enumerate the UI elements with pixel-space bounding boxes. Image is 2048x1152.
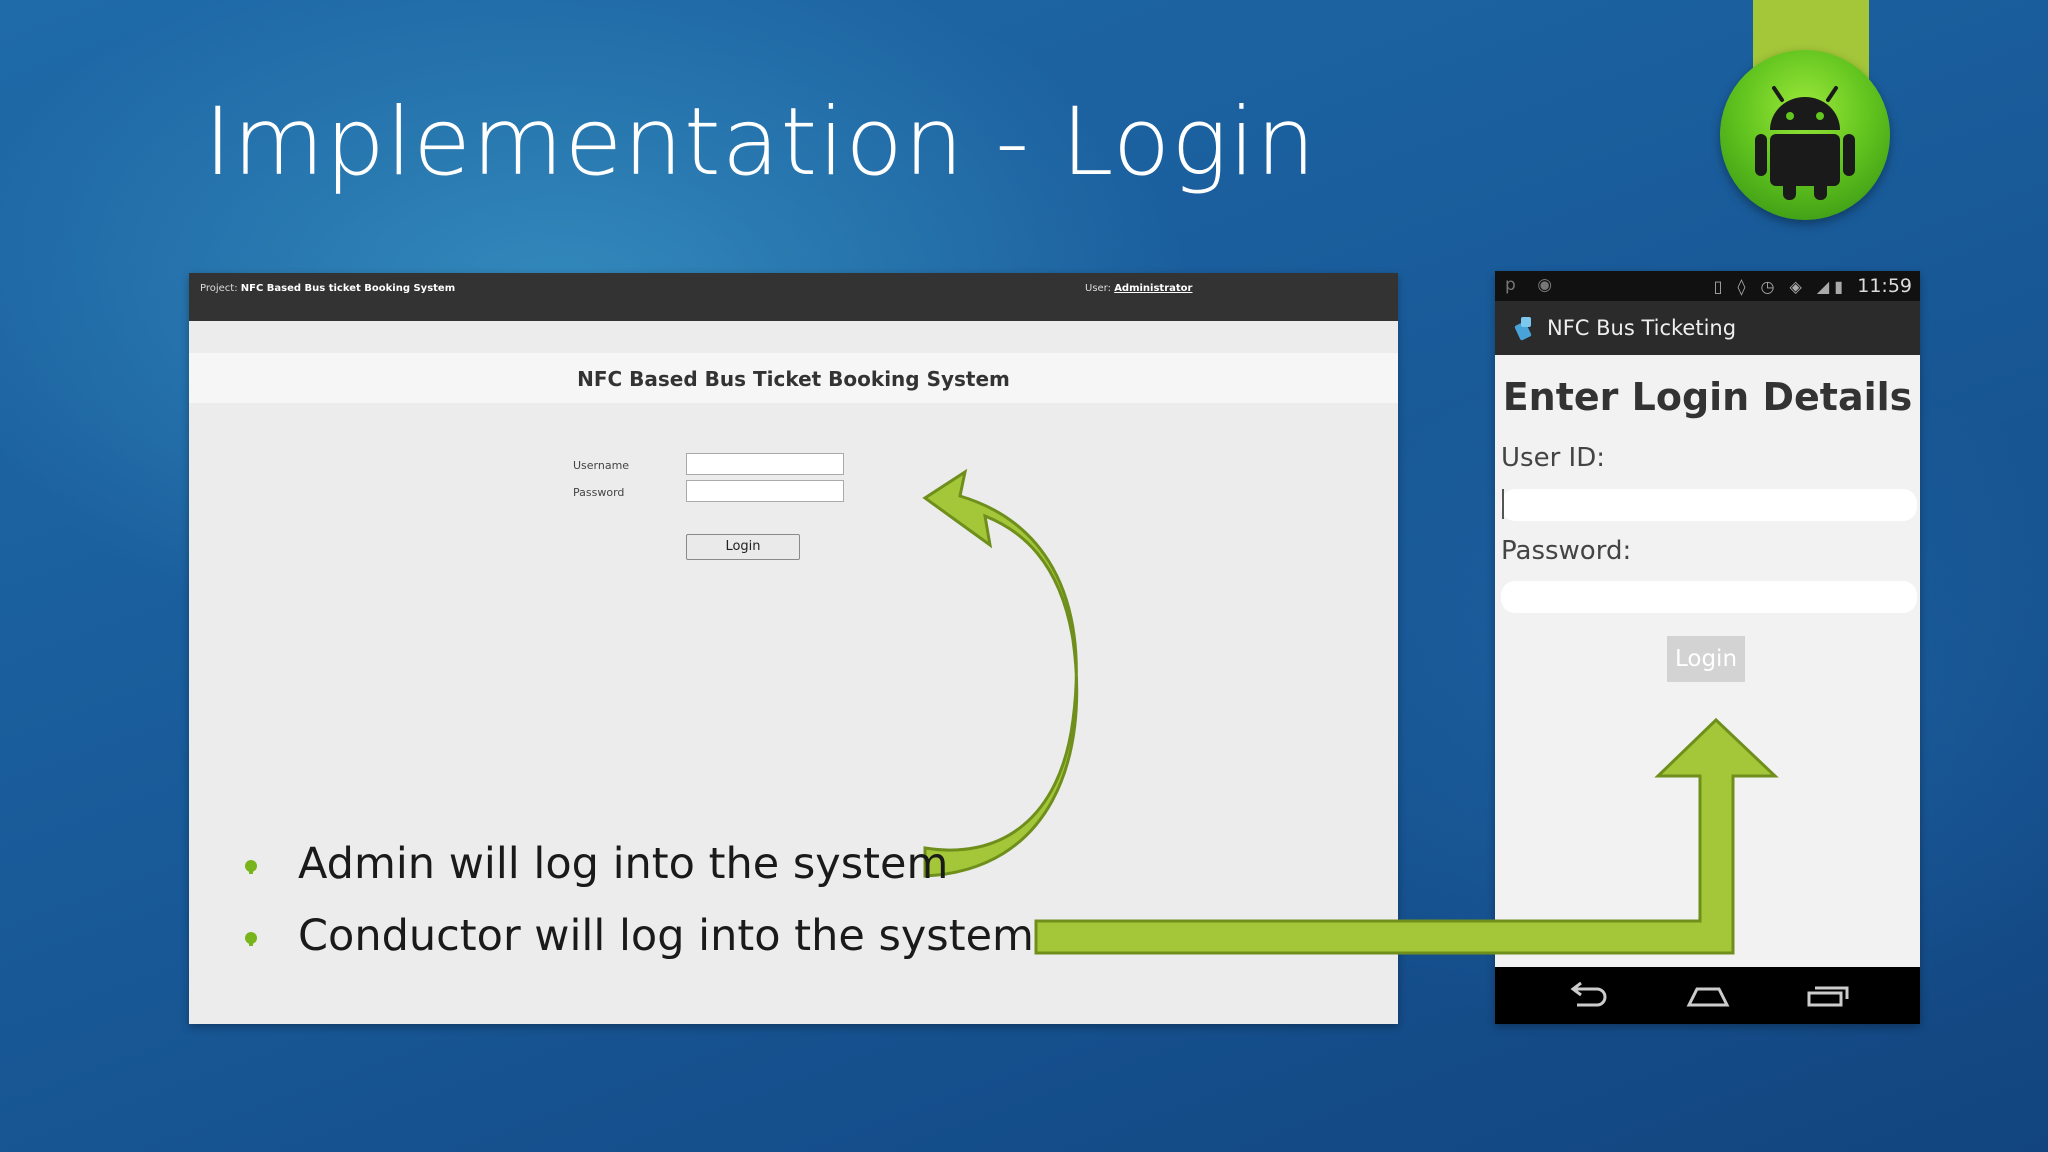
web-password-input[interactable] xyxy=(686,480,844,502)
web-user-label: User: xyxy=(1085,283,1111,294)
notification-icons: p ◉ xyxy=(1505,275,1561,295)
back-icon[interactable] xyxy=(1565,979,1609,1011)
web-project-name: NFC Based Bus ticket Booking System xyxy=(240,283,456,294)
app-title: NFC Bus Ticketing xyxy=(1547,316,1737,340)
userid-input[interactable] xyxy=(1501,489,1917,521)
recent-apps-icon[interactable] xyxy=(1805,979,1851,1011)
web-password-label: Password xyxy=(573,486,625,499)
web-username-label: Username xyxy=(573,459,630,472)
phone-heading: Enter Login Details xyxy=(1502,375,1913,419)
web-page-heading: NFC Based Bus Ticket Booking System xyxy=(577,367,1010,391)
web-project-info: Project: NFC Based Bus ticket Booking Sy… xyxy=(200,283,455,294)
android-robot-icon xyxy=(1720,50,1890,220)
status-bar: p ◉ ▯ ◊ ◷ ◈ ◢▮ 11:59 xyxy=(1495,271,1920,301)
home-icon[interactable] xyxy=(1685,979,1731,1011)
text-cursor xyxy=(1502,489,1504,519)
slide-title: Implementation - Login xyxy=(204,88,1317,197)
web-user-info: User: Administrator xyxy=(1085,283,1192,294)
web-user-link[interactable]: Administrator xyxy=(1114,283,1192,294)
bullet-marker xyxy=(245,932,257,946)
password-label: Password: xyxy=(1501,536,1632,566)
web-username-input[interactable] xyxy=(686,453,844,475)
status-icons: ▯ ◊ ◷ ◈ ◢▮ xyxy=(1713,277,1848,296)
phone-login-button[interactable]: Login xyxy=(1667,636,1745,682)
android-login-screenshot: p ◉ ▯ ◊ ◷ ◈ ◢▮ 11:59 NFC Bus Ticketing E… xyxy=(1495,271,1920,1024)
app-icon xyxy=(1514,317,1532,341)
status-time: 11:59 xyxy=(1857,275,1912,297)
navigation-bar xyxy=(1495,967,1920,1024)
bullet-item: Admin will log into the system xyxy=(298,839,949,889)
bullet-marker xyxy=(245,860,257,874)
web-project-label: Project: xyxy=(200,283,238,294)
action-bar: NFC Bus Ticketing xyxy=(1495,301,1920,355)
web-top-bar: Project: NFC Based Bus ticket Booking Sy… xyxy=(189,273,1398,321)
userid-label: User ID: xyxy=(1501,443,1605,473)
web-login-button[interactable]: Login xyxy=(686,534,800,560)
bullet-item: Conductor will log into the system xyxy=(298,911,1034,961)
password-input[interactable] xyxy=(1501,581,1917,613)
